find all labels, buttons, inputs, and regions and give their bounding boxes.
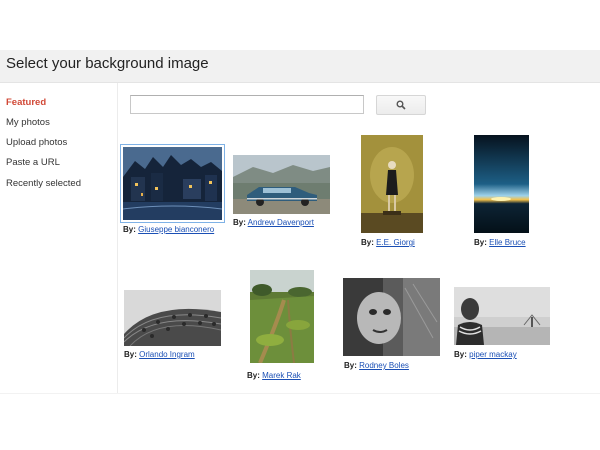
sidebar-item-paste-url[interactable]: Paste a URL — [6, 157, 60, 168]
woman-statue-image — [361, 135, 423, 233]
night-village-image — [123, 147, 222, 220]
sidebar-item-recently-selected[interactable]: Recently selected — [6, 178, 81, 189]
thumbnail-night-village[interactable] — [120, 144, 225, 223]
search-button[interactable] — [376, 95, 426, 115]
credit-giuseppe: By: Giuseppe bianconero — [123, 225, 215, 234]
thumbnail-architecture-curve[interactable] — [124, 290, 221, 346]
credit-marek: By: Marek Rak — [247, 371, 301, 380]
dialog-header: Select your background image — [0, 50, 600, 83]
thumbnail-vintage-car[interactable] — [233, 155, 330, 214]
thumbnail-woman-statue[interactable] — [361, 135, 423, 233]
thumbnail-green-field[interactable] — [250, 270, 314, 363]
thumbnail-tribal-portrait[interactable] — [454, 287, 550, 345]
credit-orlando: By: Orlando Ingram — [124, 350, 195, 359]
divider — [0, 393, 600, 394]
architecture-curve-image — [124, 290, 221, 346]
tribal-portrait-image — [454, 287, 550, 345]
author-link[interactable]: Andrew Davenport — [248, 218, 314, 227]
author-link[interactable]: Orlando Ingram — [139, 350, 195, 359]
author-link[interactable]: Elle Bruce — [489, 238, 525, 247]
vintage-car-image — [233, 155, 330, 214]
credit-rodney: By: Rodney Boles — [344, 361, 409, 370]
thumbnail-bw-face[interactable] — [343, 278, 440, 356]
credit-elle-bruce: By: Elle Bruce — [474, 238, 526, 247]
dialog-title: Select your background image — [6, 55, 209, 72]
author-link[interactable]: Marek Rak — [262, 371, 301, 380]
credit-ee-giorgi: By: E.E. Giorgi — [361, 238, 415, 247]
author-link[interactable]: E.E. Giorgi — [376, 238, 415, 247]
search-icon — [396, 100, 406, 110]
sidebar: Featured My photos Upload photos Paste a… — [0, 83, 118, 393]
author-link[interactable]: Rodney Boles — [359, 361, 409, 370]
author-link[interactable]: Giuseppe bianconero — [138, 225, 214, 234]
search-input[interactable] — [130, 95, 364, 114]
green-field-image — [250, 270, 314, 363]
sidebar-item-upload-photos[interactable]: Upload photos — [6, 137, 67, 148]
sidebar-item-featured[interactable]: Featured — [6, 97, 46, 108]
credit-piper: By: piper mackay — [454, 350, 517, 359]
sunset-horizon-image — [474, 135, 529, 233]
bw-face-image — [343, 278, 440, 356]
sidebar-item-my-photos[interactable]: My photos — [6, 117, 50, 128]
author-link[interactable]: piper mackay — [469, 350, 517, 359]
thumbnail-sunset-horizon[interactable] — [474, 135, 529, 233]
credit-andrew: By: Andrew Davenport — [233, 218, 314, 227]
